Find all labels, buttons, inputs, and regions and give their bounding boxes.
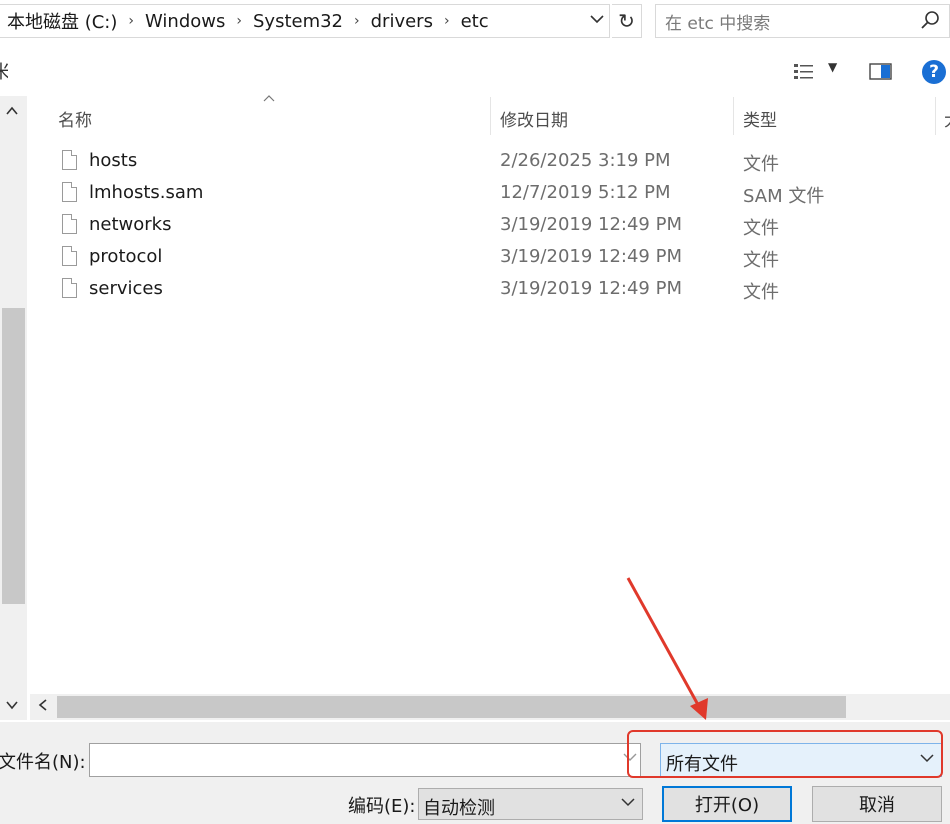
column-header-modified[interactable]: 修改日期 (500, 106, 568, 131)
filename-label: 文件名(N): (0, 752, 86, 773)
new-folder-button-label[interactable]: 米 (0, 58, 8, 84)
column-header-name[interactable]: 名称 (58, 106, 92, 131)
file-type: 文件 (743, 218, 779, 239)
file-name: lmhosts.sam (89, 182, 204, 203)
scroll-up-icon[interactable] (5, 102, 19, 121)
breadcrumb-drivers[interactable]: drivers (369, 11, 435, 32)
vertical-scroll-thumb[interactable] (2, 308, 25, 604)
encoding-select[interactable]: 自动检测 (418, 788, 643, 820)
file-row[interactable]: services 3/19/2019 12:49 PM 文件 (56, 274, 926, 306)
file-icon (62, 182, 77, 202)
search-placeholder: 在 etc 中搜索 (665, 13, 771, 34)
search-icon[interactable] (919, 9, 941, 37)
cancel-button[interactable]: 取消 (812, 786, 942, 822)
help-icon[interactable]: ? (922, 60, 946, 84)
file-name: networks (89, 214, 172, 235)
file-row[interactable]: networks 3/19/2019 12:49 PM 文件 (56, 210, 926, 242)
view-options-icon[interactable] (793, 62, 815, 86)
refresh-icon: ↻ (618, 9, 635, 33)
file-icon (62, 246, 77, 266)
file-name: hosts (89, 150, 138, 171)
file-row[interactable]: hosts 2/26/2025 3:19 PM 文件 (56, 146, 926, 178)
file-modified: 3/19/2019 12:49 PM (500, 246, 682, 267)
file-modified: 12/7/2019 5:12 PM (500, 182, 671, 203)
chevron-down-icon[interactable] (620, 795, 636, 813)
file-type: 文件 (743, 282, 779, 303)
address-dropdown-icon[interactable] (589, 11, 605, 31)
breadcrumb-windows[interactable]: Windows (143, 11, 227, 32)
file-icon (62, 150, 77, 170)
file-row[interactable]: protocol 3/19/2019 12:49 PM 文件 (56, 242, 926, 274)
view-dropdown-icon[interactable]: ▼ (828, 60, 837, 74)
chevron-right-icon[interactable]: › (435, 13, 459, 29)
file-name: protocol (89, 246, 163, 267)
breadcrumb-drive[interactable]: 本地磁盘 (C:) (0, 8, 119, 34)
sort-ascending-icon (262, 92, 276, 107)
scroll-left-icon[interactable] (37, 697, 49, 716)
refresh-button[interactable]: ↻ (612, 4, 642, 38)
scroll-down-icon[interactable] (5, 696, 19, 715)
breadcrumb-system32[interactable]: System32 (251, 11, 345, 32)
column-divider[interactable] (935, 97, 936, 135)
file-modified: 2/26/2025 3:19 PM (500, 150, 671, 171)
filename-input[interactable] (89, 743, 641, 777)
column-divider[interactable] (490, 97, 491, 135)
file-icon (62, 278, 77, 298)
file-modified: 3/19/2019 12:49 PM (500, 278, 682, 299)
file-type: 文件 (743, 154, 779, 175)
search-input[interactable]: 在 etc 中搜索 (655, 4, 950, 38)
chevron-right-icon[interactable]: › (227, 13, 251, 29)
column-divider[interactable] (733, 97, 734, 135)
preview-pane-icon[interactable] (869, 62, 893, 86)
file-name: services (89, 278, 163, 299)
chevron-right-icon[interactable]: › (119, 13, 143, 29)
encoding-label: 编码(E): (348, 796, 416, 817)
address-bar[interactable]: 本地磁盘 (C:) › Windows › System32 › drivers… (0, 4, 610, 38)
breadcrumb-etc[interactable]: etc (459, 11, 491, 32)
file-icon (62, 214, 77, 234)
horizontal-scroll-thumb[interactable] (57, 696, 846, 718)
annotation-arrow (620, 570, 720, 734)
open-button[interactable]: 打开(O) (662, 786, 792, 822)
column-header-type[interactable]: 类型 (743, 106, 777, 131)
file-modified: 3/19/2019 12:49 PM (500, 214, 682, 235)
annotation-highlight-box (627, 730, 943, 778)
chevron-right-icon[interactable]: › (345, 13, 369, 29)
file-type: SAM 文件 (743, 186, 825, 207)
column-header-size[interactable]: 大 (944, 106, 950, 131)
encoding-value: 自动检测 (423, 798, 495, 819)
file-row[interactable]: lmhosts.sam 12/7/2019 5:12 PM SAM 文件 (56, 178, 926, 210)
file-type: 文件 (743, 250, 779, 271)
